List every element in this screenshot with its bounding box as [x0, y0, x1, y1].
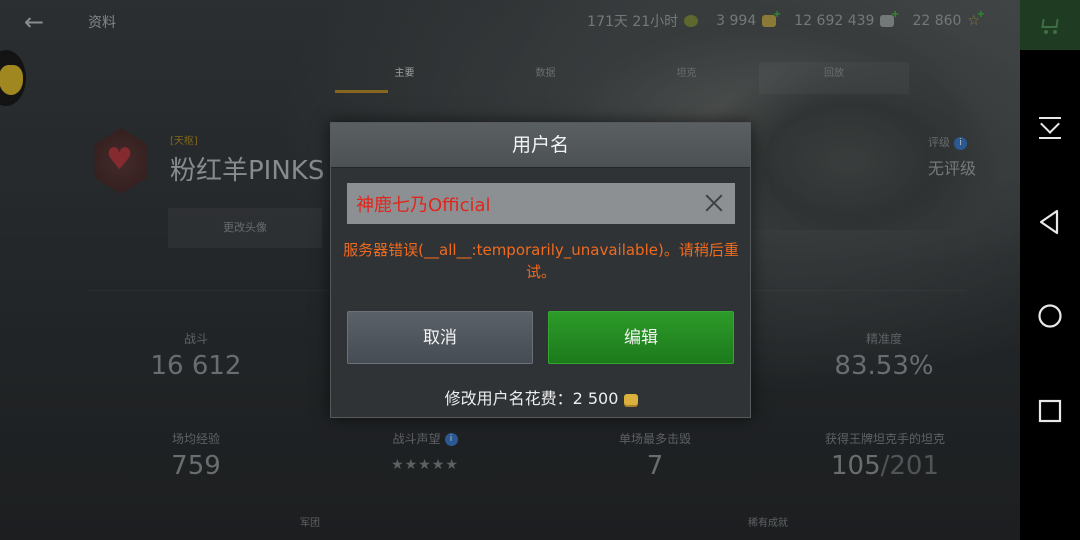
shop-cart-button[interactable] — [1020, 0, 1080, 50]
collapse-icon[interactable] — [1035, 113, 1065, 143]
rename-dialog: 用户名 神鹿七乃Official 服务器错误(__all__:temporari… — [330, 122, 751, 418]
gold-icon — [624, 394, 639, 405]
cancel-button[interactable]: 取消 — [347, 311, 533, 364]
username-input-value[interactable]: 神鹿七乃Official — [347, 191, 695, 217]
edit-button[interactable]: 编辑 — [548, 311, 734, 364]
android-nav-bar — [1020, 0, 1080, 540]
close-icon[interactable] — [695, 183, 735, 224]
dialog-title: 用户名 — [331, 123, 750, 168]
error-message: 服务器错误(__all__:temporarily_unavailable)。请… — [343, 241, 739, 281]
recent-apps-icon[interactable] — [1035, 396, 1065, 426]
username-input[interactable]: 神鹿七乃Official — [347, 183, 735, 224]
cart-icon — [1039, 17, 1061, 34]
home-circle-icon[interactable] — [1035, 301, 1065, 331]
back-triangle-icon[interactable] — [1035, 207, 1065, 237]
rename-cost: 修改用户名花费：2 500 — [331, 385, 752, 409]
